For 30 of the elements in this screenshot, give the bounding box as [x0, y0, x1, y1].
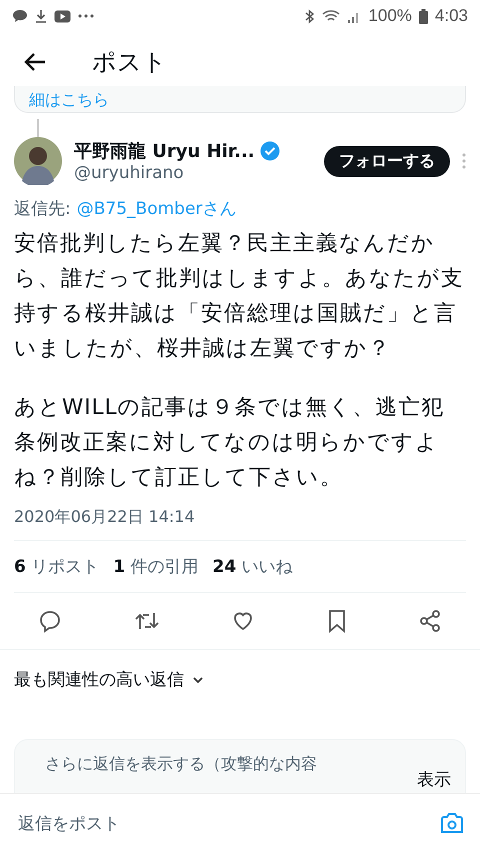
- stat-count[interactable]: 6 リポスト: [14, 555, 100, 578]
- avatar[interactable]: [14, 137, 62, 185]
- show-button[interactable]: 表示: [417, 768, 451, 791]
- wifi-icon: [322, 9, 340, 23]
- reply-to-label: 返信先:: [14, 198, 71, 220]
- clock: 4:03: [434, 6, 468, 26]
- bluetooth-icon: [305, 8, 316, 24]
- sort-dropdown[interactable]: 最も関連性の高い返信: [0, 649, 480, 709]
- author-name[interactable]: 平野雨龍 Uryu Hir...: [74, 139, 255, 163]
- stat-count[interactable]: 1 件の引用: [113, 555, 198, 578]
- battery-icon: [418, 8, 428, 24]
- reply-input-field[interactable]: 返信をポスト: [16, 812, 440, 834]
- share-icon[interactable]: [418, 609, 442, 633]
- more-replies-text: さらに返信を表示する（攻撃的な内容: [45, 754, 317, 775]
- reply-icon[interactable]: [38, 609, 62, 633]
- battery-percent: 100%: [368, 6, 412, 26]
- bookmark-icon[interactable]: [326, 609, 346, 633]
- post-text: 安倍批判したら左翼？民主主義なんだから、誰だって批判はしますよ。あなたが支持する桜井誠は「安倍総理は国賊だ」と言いましたが、桜井誠は左翼ですか？: [14, 230, 465, 363]
- caret-icon: [192, 676, 204, 684]
- follow-button[interactable]: フォローする: [324, 146, 450, 176]
- author-handle: @uryuhirano: [74, 163, 185, 183]
- stat-count[interactable]: 24 いいね: [212, 555, 293, 578]
- more-icon: [78, 14, 94, 18]
- download-icon: [35, 9, 47, 23]
- page-title: ポスト: [92, 47, 167, 78]
- timestamp: 2020年06月22日 14:14: [14, 507, 466, 541]
- message-icon: [12, 9, 28, 23]
- camera-icon[interactable]: [440, 812, 464, 834]
- post-text: あとWILLの記事は９条では無く、逃亡犯条例改正案に対してなのは明らかですよね？削除して訂正して下さい。: [14, 394, 446, 492]
- video-icon: [54, 10, 71, 22]
